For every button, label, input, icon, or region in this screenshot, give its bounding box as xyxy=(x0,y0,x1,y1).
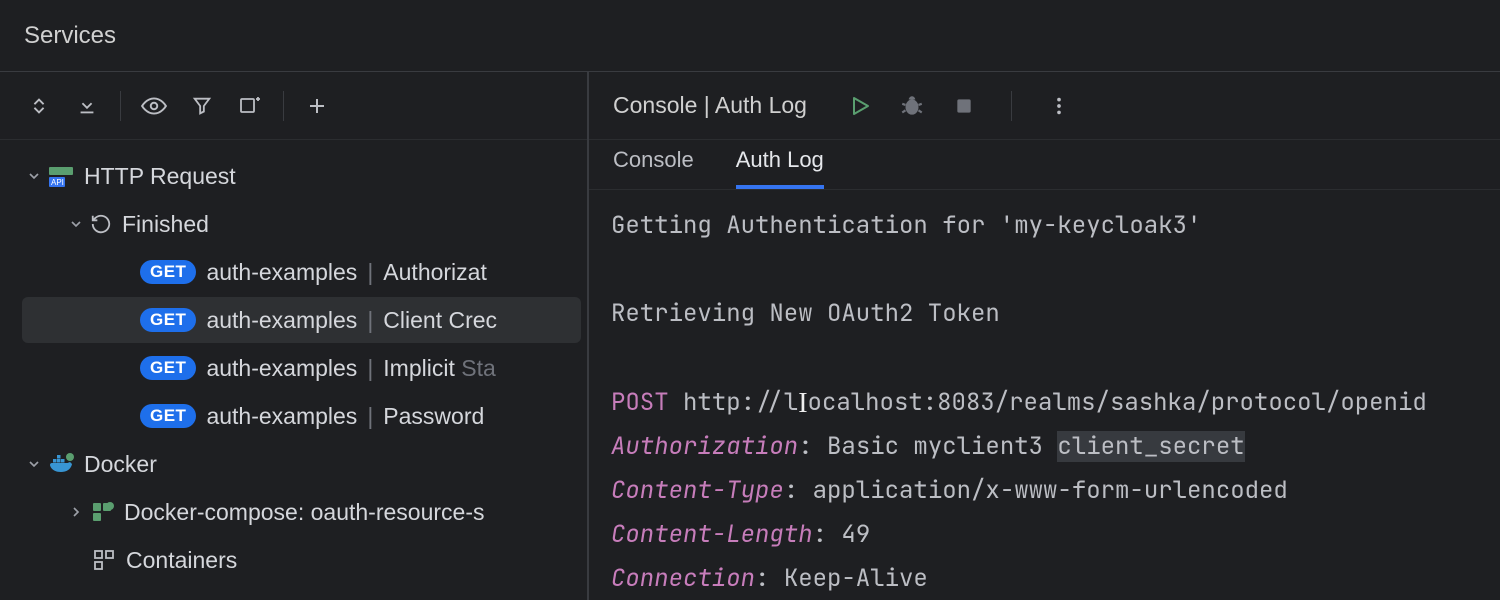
add-service-button[interactable] xyxy=(294,83,340,129)
more-button[interactable] xyxy=(1044,91,1074,121)
request-name: Password xyxy=(383,403,484,430)
detail-tabs: Console Auth Log xyxy=(589,140,1500,190)
tab-console[interactable]: Console xyxy=(613,147,694,189)
log-line: Retrieving New OAuth2 Token xyxy=(611,298,1000,329)
tree-label: Docker-compose: oauth-resource-s xyxy=(124,499,484,526)
header-key: Authorization xyxy=(611,431,798,462)
request-name: Client Crec xyxy=(383,307,497,334)
separator: | xyxy=(367,307,373,334)
compose-icon xyxy=(90,500,114,524)
stop-button[interactable] xyxy=(949,91,979,121)
header-key: Content-Length xyxy=(611,519,813,550)
tab-auth-log[interactable]: Auth Log xyxy=(736,147,824,189)
chevron-down-icon[interactable] xyxy=(24,454,44,474)
detail-title: Console | Auth Log xyxy=(613,92,807,119)
tree-label: Containers xyxy=(126,547,237,574)
tree-node-containers[interactable]: Containers xyxy=(0,536,587,584)
tree-node-docker[interactable]: Docker xyxy=(0,440,587,488)
text-cursor-icon: I xyxy=(798,382,807,426)
show-button[interactable] xyxy=(131,83,177,129)
http-method: POST xyxy=(611,387,669,418)
docker-icon xyxy=(48,451,74,477)
tree-node-finished[interactable]: Finished xyxy=(0,200,587,248)
request-row[interactable]: GET auth-examples | Client Crec xyxy=(0,296,587,344)
tree-node-http-request[interactable]: API HTTP Request xyxy=(0,152,587,200)
request-name: Implicit xyxy=(383,355,455,382)
header-key: Connection xyxy=(611,563,755,594)
http-method-badge: GET xyxy=(140,260,196,284)
request-file: auth-examples xyxy=(206,403,357,430)
svg-text:API: API xyxy=(51,178,64,187)
chevron-right-icon[interactable] xyxy=(66,502,86,522)
header-value: Basic myclient3 xyxy=(827,431,1057,462)
tree-node-docker-compose[interactable]: Docker-compose: oauth-resource-s xyxy=(0,488,587,536)
tree-label: Finished xyxy=(122,211,209,238)
debug-button[interactable] xyxy=(897,91,927,121)
containers-icon xyxy=(92,548,116,572)
request-file: auth-examples xyxy=(206,259,357,286)
log-line: Getting Authentication for 'my-keycloak3… xyxy=(611,210,1201,241)
api-icon: API xyxy=(48,163,74,189)
header-value: 49 xyxy=(841,519,870,550)
request-extra: Sta xyxy=(461,355,496,382)
separator: | xyxy=(367,403,373,430)
request-row[interactable]: GET auth-examples | Password xyxy=(0,392,587,440)
separator xyxy=(1011,91,1012,121)
filter-button[interactable] xyxy=(179,83,225,129)
detail-toolbar: Console | Auth Log xyxy=(589,72,1500,140)
separator xyxy=(283,91,284,121)
request-name: Authorizat xyxy=(383,259,487,286)
request-file: auth-examples xyxy=(206,355,357,382)
http-url: http://l xyxy=(683,387,798,418)
tree-label: HTTP Request xyxy=(84,163,236,190)
collapse-all-button[interactable] xyxy=(64,83,110,129)
header-value-highlighted: client_secret xyxy=(1057,431,1244,462)
request-file: auth-examples xyxy=(206,307,357,334)
panel-header: Services xyxy=(0,0,1500,72)
sidebar-toolbar xyxy=(0,72,587,140)
panel-title: Services xyxy=(24,22,116,50)
http-method-badge: GET xyxy=(140,356,196,380)
detail-pane: Console | Auth Log Console Auth Log xyxy=(589,72,1500,600)
expand-all-button[interactable] xyxy=(16,83,62,129)
view-mode-button[interactable] xyxy=(227,83,273,129)
run-button[interactable] xyxy=(845,91,875,121)
chevron-down-icon[interactable] xyxy=(66,214,86,234)
services-sidebar: API HTTP Request Finished GET auth-examp… xyxy=(0,72,589,600)
header-key: Content-Type xyxy=(611,475,784,506)
separator xyxy=(120,91,121,121)
separator: | xyxy=(367,355,373,382)
rerun-icon xyxy=(90,213,112,235)
services-tree[interactable]: API HTTP Request Finished GET auth-examp… xyxy=(0,140,587,600)
request-row[interactable]: GET auth-examples | Authorizat xyxy=(0,248,587,296)
header-value: Keep-Alive xyxy=(784,563,928,594)
http-url: ocalhost:8083/realms/sashka/protocol/ope… xyxy=(808,387,1427,418)
header-value: application/x-www-form-urlencoded xyxy=(813,475,1288,506)
tree-label: Docker xyxy=(84,451,157,478)
http-method-badge: GET xyxy=(140,308,196,332)
request-row[interactable]: GET auth-examples | Implicit Sta xyxy=(0,344,587,392)
chevron-down-icon[interactable] xyxy=(24,166,44,186)
separator: | xyxy=(367,259,373,286)
http-method-badge: GET xyxy=(140,404,196,428)
auth-log-output[interactable]: Getting Authentication for 'my-keycloak3… xyxy=(589,190,1500,600)
